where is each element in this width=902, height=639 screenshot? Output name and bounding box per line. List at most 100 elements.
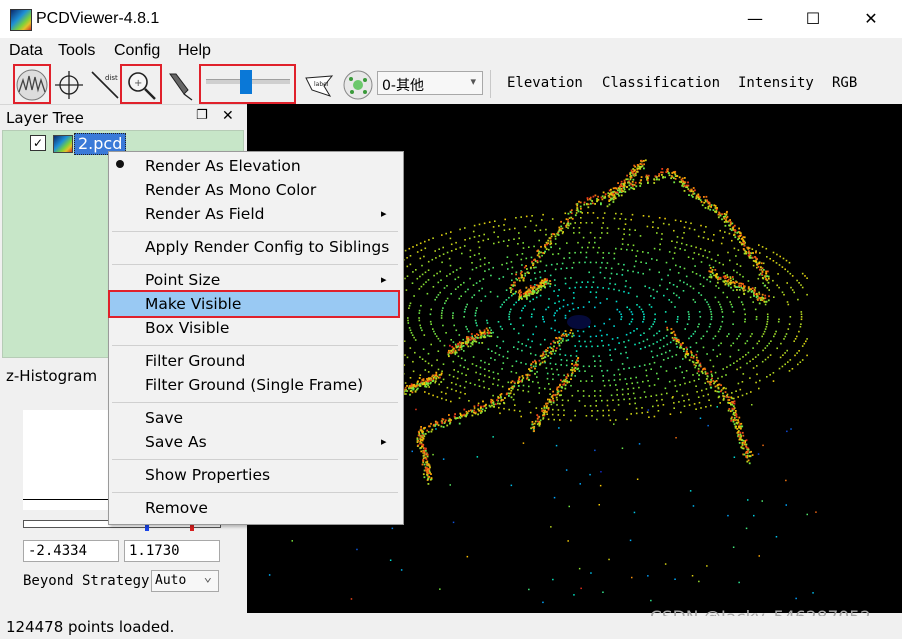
- point: [648, 215, 650, 218]
- point: [513, 346, 515, 348]
- max-value-field[interactable]: 1.1730: [124, 540, 220, 562]
- point: [736, 360, 738, 362]
- beyond-strategy-select[interactable]: Auto ⌄: [151, 569, 219, 592]
- ground-icon[interactable]: [341, 68, 375, 102]
- point: [707, 200, 709, 203]
- point: [488, 370, 490, 372]
- point: [575, 361, 577, 364]
- opacity-slider-handle[interactable]: [240, 70, 252, 94]
- point: [627, 243, 629, 246]
- point: [762, 262, 765, 265]
- point: [497, 384, 499, 387]
- label-icon[interactable]: label: [304, 68, 338, 102]
- menu-item-render-mono[interactable]: Render As Mono Color: [145, 181, 316, 199]
- point: [702, 395, 705, 397]
- point: [607, 344, 610, 346]
- point: [610, 188, 612, 191]
- menu-item-filter-ground-single[interactable]: Filter Ground (Single Frame): [145, 376, 363, 394]
- point: [490, 329, 492, 331]
- point: [606, 262, 609, 264]
- point: [574, 222, 576, 224]
- dock-float-icon[interactable]: ❐: [196, 108, 208, 123]
- menu-tools[interactable]: Tools: [58, 42, 95, 60]
- menu-divider: [112, 231, 398, 232]
- menu-data[interactable]: Data: [9, 42, 43, 60]
- point: [608, 252, 610, 254]
- point: [554, 302, 556, 304]
- point: [569, 332, 572, 334]
- point: [617, 182, 619, 184]
- point: [707, 238, 709, 240]
- point: [781, 266, 784, 268]
- menu-item-remove[interactable]: Remove: [145, 499, 208, 517]
- crosshair-icon[interactable]: [52, 68, 86, 102]
- mode-classification-button[interactable]: Classification: [602, 75, 720, 91]
- point: [646, 411, 649, 413]
- menu-item-save-as[interactable]: Save As: [145, 433, 207, 451]
- point: [701, 389, 703, 392]
- point: [567, 212, 570, 215]
- point: [601, 370, 603, 372]
- menu-item-make-visible[interactable]: Make Visible: [145, 295, 241, 313]
- point: [644, 346, 646, 349]
- point: [529, 411, 532, 414]
- point: [716, 207, 718, 209]
- point: [558, 289, 560, 291]
- point: [675, 354, 678, 356]
- menu-item-apply-siblings[interactable]: Apply Render Config to Siblings: [145, 238, 389, 256]
- point: [473, 224, 476, 227]
- menu-help[interactable]: Help: [178, 42, 211, 60]
- point: [756, 365, 758, 367]
- minimize-button[interactable]: —: [726, 0, 784, 38]
- menu-item-render-field[interactable]: Render As Field: [145, 205, 265, 223]
- menu-item-show-properties[interactable]: Show Properties: [145, 466, 270, 484]
- point: [750, 391, 752, 393]
- point: [650, 295, 652, 297]
- point: [606, 227, 609, 229]
- menu-item-render-elevation[interactable]: Render As Elevation: [145, 157, 301, 175]
- menu-item-point-size[interactable]: Point Size: [145, 271, 220, 289]
- point: [441, 422, 444, 425]
- min-value-field[interactable]: -2.4334: [23, 540, 119, 562]
- point: [785, 333, 788, 335]
- point: [602, 287, 604, 289]
- classification-select[interactable]: 0-其他 ▾: [377, 71, 483, 95]
- mode-intensity-button[interactable]: Intensity: [738, 75, 814, 91]
- point: [542, 213, 544, 216]
- histogram-baseline: [23, 499, 111, 500]
- menu-item-box-visible[interactable]: Box Visible: [145, 319, 229, 337]
- point: [676, 318, 679, 321]
- mode-rgb-button[interactable]: RGB: [832, 75, 857, 91]
- point: [514, 292, 516, 295]
- point: [411, 334, 414, 336]
- point: [745, 452, 747, 454]
- point: [464, 359, 466, 362]
- point: [454, 417, 457, 420]
- point: [730, 229, 733, 232]
- point: [505, 262, 508, 265]
- layer-visibility-checkbox[interactable]: ✓: [30, 135, 46, 151]
- point: [599, 302, 602, 304]
- point: [715, 273, 718, 276]
- point: [535, 325, 537, 328]
- point: [617, 399, 620, 401]
- mode-elevation-button[interactable]: Elevation: [507, 75, 583, 91]
- panel-close-icon[interactable]: ✕: [222, 108, 234, 124]
- maximize-button[interactable]: ☐: [784, 0, 842, 38]
- point: [636, 170, 638, 173]
- point: [682, 181, 685, 183]
- point: [725, 213, 728, 216]
- point: [714, 335, 717, 337]
- close-window-button[interactable]: ✕: [842, 0, 900, 38]
- point: [572, 261, 575, 264]
- pick-tool-icon[interactable]: [162, 68, 196, 102]
- point: [667, 357, 669, 359]
- menu-item-save[interactable]: Save: [145, 409, 183, 427]
- point: [793, 340, 795, 342]
- point: [475, 267, 478, 269]
- menu-item-filter-ground[interactable]: Filter Ground: [145, 352, 245, 370]
- point: [482, 400, 484, 403]
- menu-config[interactable]: Config: [114, 42, 160, 60]
- point: [645, 374, 648, 377]
- distance-icon[interactable]: dist: [88, 68, 122, 102]
